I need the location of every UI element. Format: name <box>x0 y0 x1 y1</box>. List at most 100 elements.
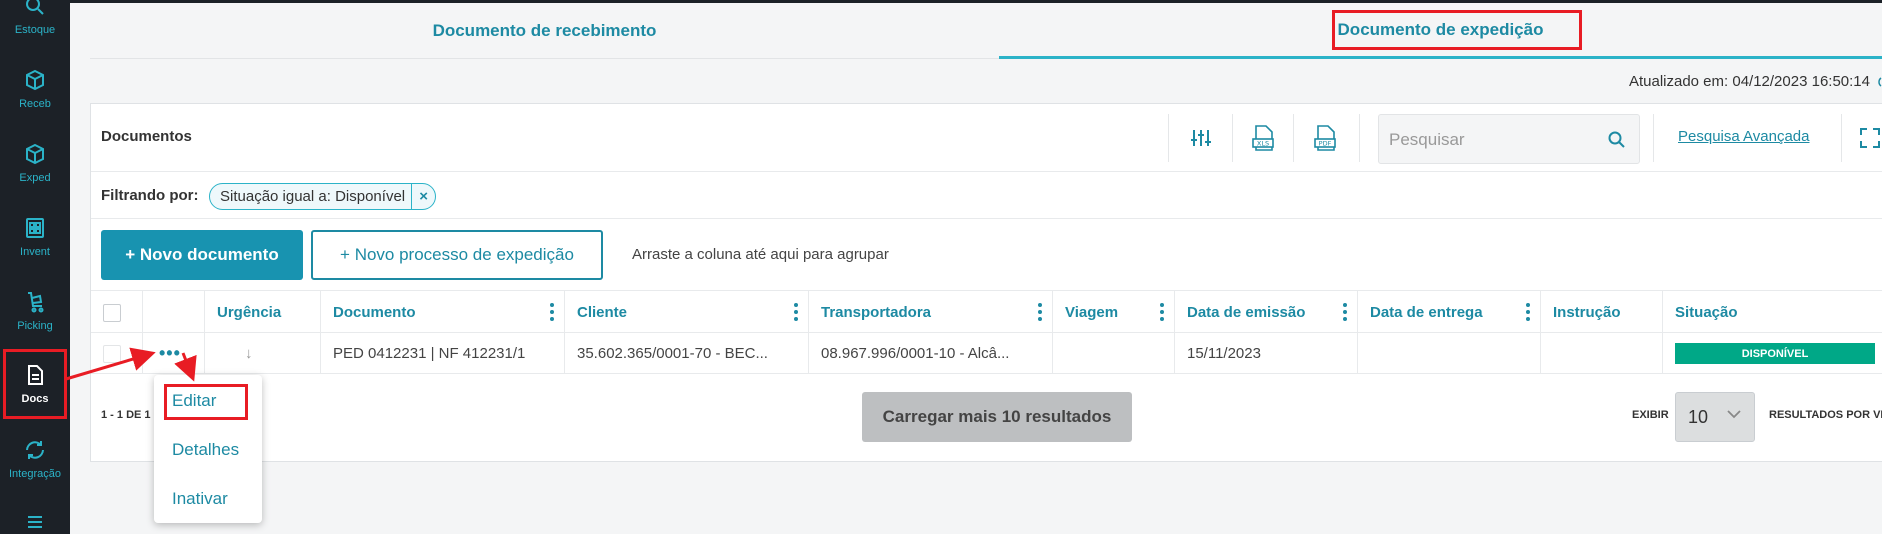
last-updated: Atualizado em: 04/12/2023 16:50:14 <box>1628 73 1870 90</box>
load-more-button[interactable]: Carregar mais 10 resultados <box>862 392 1132 442</box>
documents-card: Documentos XLS PDF Pesquisar Pesquisa Av <box>90 103 1882 462</box>
client-cell: 35.602.365/0001-70 - BEC... <box>565 333 809 374</box>
arrow-down-icon: ↓ <box>245 345 253 362</box>
show-label: EXIBIR <box>1632 409 1669 421</box>
trip-cell <box>1053 333 1175 374</box>
svg-text:XLS: XLS <box>1257 140 1269 148</box>
results-per-page-label: RESULTADOS POR VE <box>1769 409 1882 421</box>
annotation-highlight-tab <box>1332 10 1582 50</box>
chevron-down-icon <box>1726 407 1742 423</box>
column-header-client[interactable]: Cliente <box>565 291 809 334</box>
column-menu-icon[interactable] <box>1343 303 1347 321</box>
table-row[interactable]: ••• ↓ PED 0412231 | NF 412231/1 35.602.3… <box>91 333 1882 374</box>
box-icon <box>23 142 47 166</box>
select-all-cell <box>91 291 143 334</box>
filter-chip-label: Situação igual a: Disponível <box>220 188 406 205</box>
sidebar-item-label: Exped <box>19 172 51 184</box>
sidebar: Estoque Receb Exped Invent Picking Docs <box>0 0 70 534</box>
advanced-search-link[interactable]: Pesquisa Avançada <box>1678 128 1810 145</box>
search-icon[interactable] <box>1607 130 1627 150</box>
sidebar-item-exped[interactable]: Exped <box>0 126 70 200</box>
document-cell: PED 0412231 | NF 412231/1 <box>321 333 565 374</box>
card-toolbar: Documentos XLS PDF Pesquisar Pesquisa Av <box>91 104 1882 172</box>
sync-icon <box>23 438 47 462</box>
export-xls-icon[interactable]: XLS <box>1250 124 1276 152</box>
column-settings-icon[interactable] <box>1188 124 1214 152</box>
pager-count: 1 - 1 DE 1 <box>101 409 151 421</box>
sidebar-item-label: Integração <box>9 468 61 480</box>
menu-item-details[interactable]: Detalhes <box>172 440 239 460</box>
column-header-status[interactable]: Situação <box>1663 291 1882 334</box>
column-menu-icon[interactable] <box>1526 303 1530 321</box>
menu-item-deactivate[interactable]: Inativar <box>172 489 228 509</box>
column-menu-icon[interactable] <box>550 303 554 321</box>
status-badge: DISPONÍVEL <box>1675 343 1875 364</box>
search-placeholder: Pesquisar <box>1389 130 1465 149</box>
column-menu-icon[interactable] <box>794 303 798 321</box>
search-icon <box>23 0 47 18</box>
main-content: Documento de recebimento Documento de ex… <box>70 3 1882 534</box>
instruction-cell <box>1541 333 1663 374</box>
sidebar-item-picking[interactable]: Picking <box>0 274 70 348</box>
sidebar-item-integracao[interactable]: Integração <box>0 422 70 496</box>
sidebar-item-label: Receb <box>19 98 51 110</box>
group-by-hint: Arraste a coluna até aqui para agrupar <box>632 246 889 263</box>
filter-chip[interactable]: Situação igual a: Disponível × <box>209 183 437 210</box>
actions-column-header <box>143 291 205 334</box>
column-header-instruction[interactable]: Instrução <box>1541 291 1663 334</box>
column-header-carrier[interactable]: Transportadora <box>809 291 1053 334</box>
column-menu-icon[interactable] <box>1160 303 1164 321</box>
column-header-delivery-date[interactable]: Data de entrega <box>1358 291 1541 334</box>
sidebar-item-invent[interactable]: Invent <box>0 200 70 274</box>
document-icon <box>23 363 47 387</box>
column-header-urgency[interactable]: Urgência <box>205 291 321 334</box>
sidebar-item-docs[interactable]: Docs <box>0 346 70 422</box>
toolbar-divider <box>1359 114 1360 162</box>
svg-text:PDF: PDF <box>1319 140 1332 148</box>
sidebar-item-menu[interactable] <box>0 496 70 534</box>
tab-receiving[interactable]: Documento de recebimento <box>90 3 999 59</box>
close-icon[interactable]: × <box>411 184 435 209</box>
new-shipping-process-button[interactable]: + Novo processo de expedição <box>311 230 603 280</box>
column-header-issue-date[interactable]: Data de emissão <box>1175 291 1358 334</box>
cart-icon <box>23 290 47 314</box>
export-pdf-icon[interactable]: PDF <box>1312 124 1338 152</box>
box-icon <box>23 68 47 92</box>
sidebar-item-estoque[interactable]: Estoque <box>0 0 70 52</box>
sidebar-item-label: Picking <box>17 320 53 332</box>
fullscreen-icon[interactable] <box>1858 126 1882 150</box>
urgency-cell: ↓ <box>205 333 321 374</box>
card-title: Documentos <box>101 128 192 145</box>
row-menu-button[interactable]: ••• <box>159 343 181 364</box>
per-page-select[interactable]: 10 <box>1675 392 1755 442</box>
menu-item-edit[interactable]: Editar <box>172 391 216 411</box>
new-document-button[interactable]: + Novo documento <box>101 230 303 280</box>
table-header: Urgência Documento Cliente Transportador… <box>91 290 1882 334</box>
sidebar-item-label: Estoque <box>14 24 56 36</box>
row-checkbox[interactable] <box>103 344 121 363</box>
search-input[interactable]: Pesquisar <box>1378 114 1640 164</box>
delivery-date-cell <box>1358 333 1541 374</box>
row-context-menu: Editar Detalhes Inativar <box>154 375 262 523</box>
column-menu-icon[interactable] <box>1038 303 1042 321</box>
carrier-cell: 08.967.996/0001-10 - Alcâ... <box>809 333 1053 374</box>
toolbar-divider <box>1841 114 1842 162</box>
toolbar-divider <box>1168 114 1169 162</box>
toolbar-divider <box>1232 114 1233 162</box>
column-header-document[interactable]: Documento <box>321 291 565 334</box>
filter-label: Filtrando por: <box>101 187 199 204</box>
building-icon <box>23 216 47 240</box>
sidebar-item-receb[interactable]: Receb <box>0 52 70 126</box>
filter-row: Filtrando por: Situação igual a: Disponí… <box>91 173 1882 219</box>
column-header-trip[interactable]: Viagem <box>1053 291 1175 334</box>
sidebar-item-label: Invent <box>20 246 50 258</box>
per-page-value: 10 <box>1688 407 1709 427</box>
row-select-cell <box>91 333 143 374</box>
toolbar-divider <box>1653 114 1654 162</box>
tab-bar: Documento de recebimento Documento de ex… <box>90 3 1882 59</box>
select-all-checkbox[interactable] <box>103 303 121 322</box>
issue-date-cell: 15/11/2023 <box>1175 333 1358 374</box>
toolbar-divider <box>1293 114 1294 162</box>
refresh-icon[interactable] <box>1874 76 1882 88</box>
row-actions-cell: ••• <box>143 333 205 374</box>
